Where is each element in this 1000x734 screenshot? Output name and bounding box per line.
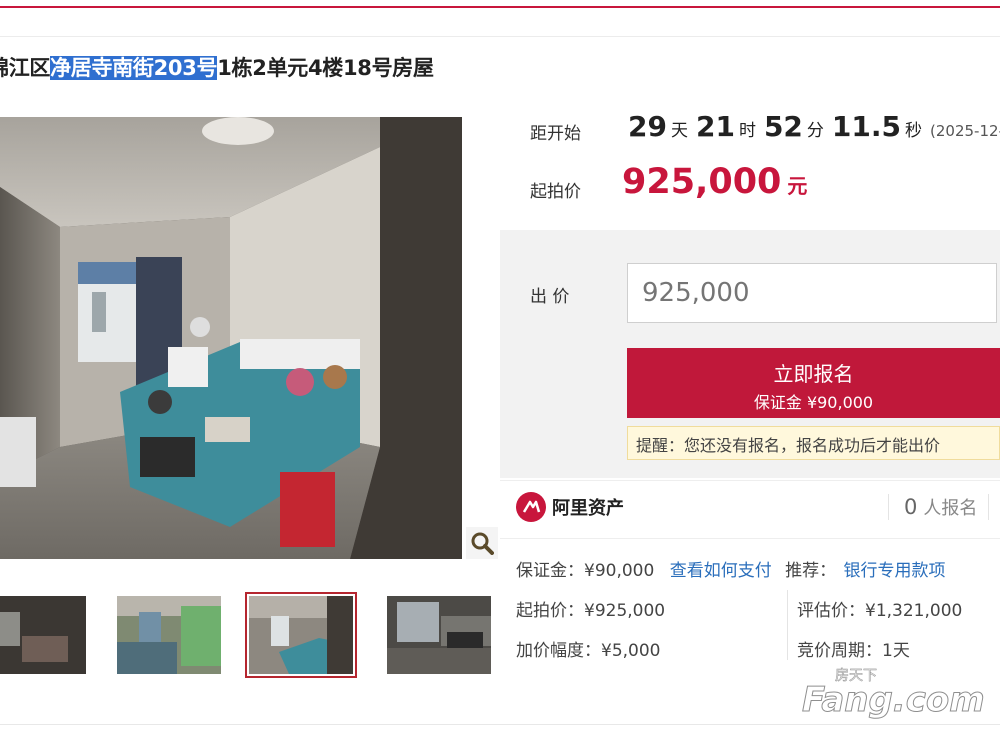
top-accent-bar <box>0 0 1000 8</box>
start-price-unit: 元 <box>787 174 808 198</box>
signup-count: 0 人报名 <box>904 494 977 520</box>
details-column-divider <box>787 590 788 660</box>
detail-increment: 加价幅度：¥5,000 <box>516 641 661 661</box>
title-prefix: 锦江区 <box>0 56 51 80</box>
start-price-label: 起拍价 <box>530 182 581 202</box>
start-price-number: 925,000 <box>622 162 782 202</box>
deposit-text: 保证金：¥90,000 <box>516 561 655 581</box>
register-now-button[interactable]: 立即报名 保证金 ¥90,000 <box>627 348 1000 418</box>
countdown-days: 29 <box>628 110 667 143</box>
recommend-label: 推荐： <box>785 561 837 581</box>
days-unit: 天 <box>670 121 688 141</box>
countdown-seconds: 11.5 <box>831 110 901 143</box>
zoom-button[interactable] <box>466 527 498 559</box>
title-selected-text: 净居寺南街203号 <box>50 56 218 80</box>
bid-label: 出 价 <box>530 287 570 307</box>
thumbnail-3-selected[interactable] <box>245 592 357 678</box>
signup-count-number: 0 <box>904 495 918 519</box>
detail-bidding-cycle: 竞价周期：1天 <box>797 641 910 661</box>
how-to-pay-link[interactable]: 查看如何支付 <box>670 561 772 581</box>
section-divider <box>500 538 1000 539</box>
signup-reminder: 提醒：您还没有报名，报名成功后才能出价 <box>627 426 1000 460</box>
ali-asset-name[interactable]: 阿里资产 <box>552 494 624 520</box>
ali-asset-logo-icon <box>516 492 546 522</box>
zoom-icon <box>471 532 494 555</box>
start-date: (2025-12- <box>930 122 1000 140</box>
header-divider <box>0 36 1000 37</box>
countdown-label: 距开始 <box>530 124 581 144</box>
countdown-hours: 21 <box>695 110 735 143</box>
fang-watermark-logo: 房天下 Fang.com <box>800 664 990 724</box>
countdown-minutes: 52 <box>763 110 803 143</box>
start-price-value: 925,000 元 <box>622 162 807 202</box>
deposit-row: 保证金：¥90,000 查看如何支付 推荐： 银行专用款项 <box>516 556 946 581</box>
main-property-photo[interactable] <box>0 117 462 559</box>
detail-start-price: 起拍价：¥925,000 <box>516 601 666 621</box>
bid-amount-input[interactable] <box>627 263 997 323</box>
thumbnail-4[interactable] <box>387 596 491 674</box>
bank-account-link[interactable]: 银行专用款项 <box>844 561 946 581</box>
footer-divider <box>0 724 1000 725</box>
minutes-unit: 分 <box>806 121 824 141</box>
seconds-unit: 秒 <box>905 121 922 141</box>
detail-appraisal-price: 评估价：¥1,321,000 <box>797 601 963 621</box>
thumbnail-2[interactable] <box>117 596 221 674</box>
svg-text:Fang.com: Fang.com <box>802 680 985 720</box>
listing-title: 锦江区净居寺南街203号1栋2单元4楼18号房屋 <box>0 52 434 82</box>
title-suffix: 1栋2单元4楼18号房屋 <box>217 56 434 80</box>
signup-count-label: 人报名 <box>923 498 978 519</box>
thumbnail-1[interactable] <box>0 596 86 674</box>
register-deposit-label: 保证金 ¥90,000 <box>753 393 874 412</box>
register-button-label: 立即报名 <box>773 362 854 386</box>
hours-unit: 时 <box>738 121 756 141</box>
vertical-divider <box>888 494 889 520</box>
countdown-timer: 29 天 21 时 52 分 11.5 秒 (2025-12- <box>628 110 1000 143</box>
vertical-divider <box>988 494 989 520</box>
section-divider <box>500 480 1000 481</box>
